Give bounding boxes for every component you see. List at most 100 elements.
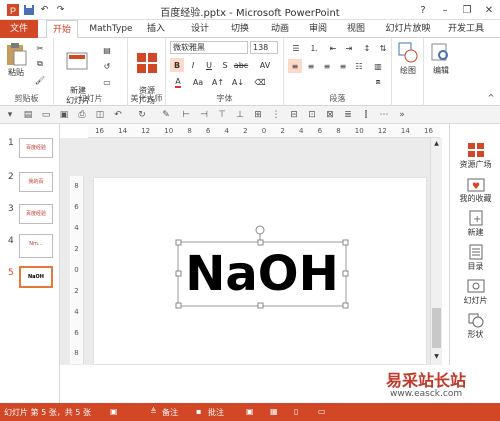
font-size-select[interactable]: 138 [250,41,278,54]
collapse-ribbon-icon[interactable]: ^ [486,92,496,102]
tab-file[interactable]: 文件 [0,20,38,38]
char-spacing-button[interactable]: AV [254,58,276,72]
slides-label: 幻灯片 [78,94,103,103]
tab-animations[interactable]: 动画 [266,20,294,38]
tab-developer[interactable]: 开发工具 [442,20,490,38]
align-g-icon[interactable]: ⊟ [288,109,300,121]
cut-icon[interactable]: ✂ [34,42,46,54]
line-spacing-icon[interactable]: ↕ [360,42,374,54]
copy-icon[interactable]: ⧉ [34,58,46,70]
tab-transitions[interactable]: 切换 [226,20,254,38]
distributed-icon[interactable]: ☷ [352,59,366,73]
preview-icon[interactable]: ◫ [94,109,106,121]
align-l-icon[interactable]: ⋯ [378,109,390,121]
align-left-icon[interactable]: ≡ [288,59,302,73]
decrease-indent-icon[interactable]: ⇤ [326,42,340,54]
brush-icon[interactable]: ✎ [160,109,172,121]
columns-icon[interactable]: ▥ [370,59,386,73]
slide-thumbnail-selected[interactable]: NaOH [19,266,53,288]
scroll-down-icon[interactable]: ▼ [432,353,441,361]
underline-button[interactable]: U [202,58,216,72]
tab-insert[interactable]: 插入 [142,20,170,38]
notes-button[interactable]: 备注 [162,407,178,418]
layout-icon[interactable]: ▤ [100,44,114,56]
comments-button[interactable]: 批注 [208,407,224,418]
spellcheck-icon[interactable]: ▣ [110,407,118,416]
tab-view[interactable]: 视图 [342,20,370,38]
numbering-icon[interactable]: ⒈ [306,42,322,54]
increase-indent-icon[interactable]: ⇥ [342,42,356,54]
tab-mathtype[interactable]: MathType [84,20,138,38]
font-color-button[interactable]: A [170,75,186,89]
slide-thumbnail[interactable]: 我的百 [19,172,53,192]
tab-design[interactable]: 设计 [186,20,214,38]
italic-button[interactable]: I [186,58,200,72]
ruler-mark: 8 [74,182,79,191]
font-name-select[interactable]: 微软雅黑 [170,41,248,54]
resource-square-item[interactable]: 资源广场 [450,142,500,170]
normal-view-icon[interactable]: ▣ [246,407,254,416]
grow-font-button[interactable]: A↑ [210,75,226,89]
restore-button[interactable]: ❐ [456,0,478,20]
shrink-font-button[interactable]: A↓ [230,75,246,89]
sorter-view-icon[interactable]: ▦ [270,407,278,416]
drawing-button[interactable]: 绘图 [394,42,422,76]
shadow-button[interactable]: S [218,58,232,72]
more-icon[interactable]: » [396,109,408,121]
favorites-item[interactable]: ♥ 我的收藏 [450,176,500,204]
open-icon[interactable]: ▤ [22,109,34,121]
slide-item[interactable]: 幻灯片 [450,278,500,306]
change-case-button[interactable]: Aa [190,75,206,89]
bold-button[interactable]: B [170,58,184,72]
scroll-thumb[interactable] [432,308,441,348]
tab-review[interactable]: 审阅 [304,20,332,38]
slide-thumbnail[interactable]: 百度经验 [19,204,53,224]
smartart-icon[interactable]: ⧈ [370,75,386,89]
slide-text-naoh[interactable]: NaOH [178,242,346,306]
reset-icon[interactable]: ↺ [100,60,114,72]
save-quick-icon[interactable]: ▣ [58,109,70,121]
toc-item[interactable]: 目录 [450,244,500,272]
justify-icon[interactable]: ≡ [336,59,350,73]
current-slide[interactable]: NaOH [94,178,426,364]
align-h-icon[interactable]: ⊡ [306,109,318,121]
slideshow-view-icon[interactable]: ▭ [318,407,326,416]
shapes-item[interactable]: 形状 [450,312,500,340]
tab-slideshow[interactable]: 幻灯片放映 [380,20,436,38]
align-center-icon[interactable]: ≡ [304,59,318,73]
reading-view-icon[interactable]: ▯ [294,407,298,416]
undo-quick-icon[interactable]: ↶ [112,109,124,121]
editing-button[interactable]: 编辑 [426,42,456,76]
new-item[interactable]: + 新建 [450,210,500,238]
align-c-icon[interactable]: ⊤ [216,109,228,121]
folder-icon[interactable]: ▭ [40,109,52,121]
align-b-icon[interactable]: ⊣ [198,109,210,121]
tab-home[interactable]: 开始 [46,20,78,39]
align-i-icon[interactable]: ⊠ [324,109,336,121]
menu-icon[interactable]: ▾ [4,109,16,121]
print-icon[interactable]: ⎙ [76,109,88,121]
help-button[interactable]: ? [412,0,434,20]
scroll-up-icon[interactable]: ▲ [432,140,441,148]
paste-button[interactable]: 粘贴 [4,42,28,78]
bullets-icon[interactable]: ☰ [288,42,304,54]
slide-thumbnail[interactable]: 百度经验 [19,138,53,158]
slide-thumbnail[interactable]: Nm... [19,234,53,258]
align-a-icon[interactable]: ⊢ [180,109,192,121]
format-painter-icon[interactable]: 🖌 [34,74,46,86]
align-e-icon[interactable]: ⊞ [252,109,264,121]
ruler-mark: 6 [74,203,79,212]
vertical-scrollbar[interactable]: ▲ ▼ [430,138,442,365]
section-icon[interactable]: ▭ [100,76,114,88]
align-k-icon[interactable]: ⫿ [360,109,372,121]
close-button[interactable]: ✕ [478,0,500,20]
align-right-icon[interactable]: ≡ [320,59,334,73]
text-direction-icon[interactable]: ⇅ [376,42,390,54]
align-f-icon[interactable]: ⋮ [270,109,282,121]
clear-format-icon[interactable]: ⌫ [252,75,268,89]
redo-quick-icon[interactable]: ↻ [136,109,148,121]
strikethrough-button[interactable]: abc [234,58,248,72]
minimize-button[interactable]: – [434,0,456,20]
align-j-icon[interactable]: ≣ [342,109,354,121]
align-d-icon[interactable]: ⊥ [234,109,246,121]
